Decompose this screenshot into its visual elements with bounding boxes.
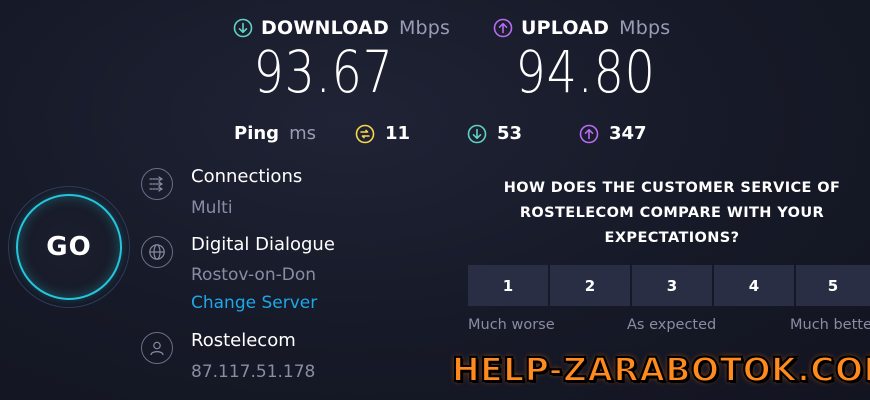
connections-value: Multi [191,198,233,218]
ping-heading: Ping ms [234,123,316,144]
download-header: DOWNLOAD Mbps [233,17,450,39]
server-name: Digital Dialogue [191,234,335,255]
ping-upload-value: 347 [609,123,647,144]
provider-name: Rostelecom [191,330,296,351]
server-location: Rostov-on-Don [191,265,317,285]
go-button[interactable]: GO [16,194,122,300]
upload-label: UPLOAD [521,17,610,39]
upload-icon [493,18,513,38]
scale-label-low: Much worse [468,317,555,333]
scale-label-high: Much better [790,317,870,333]
ping-idle-value: 11 [385,123,411,144]
provider-ip: 87.117.51.178 [191,362,316,382]
download-value: 93.67 [253,38,394,106]
connections-title: Connections [191,166,303,187]
connections-icon [141,168,173,200]
rating-option-5[interactable]: 5 [796,265,870,306]
ping-download-value: 53 [497,123,523,144]
ping-download: 53 [467,123,522,144]
ping-idle: 11 [355,123,410,144]
ping-label: Ping [234,123,280,144]
upload-value: 94.80 [515,38,656,106]
rating-option-3[interactable]: 3 [632,265,712,306]
upload-header: UPLOAD Mbps [493,17,670,39]
upload-latency-icon [579,124,599,143]
rating-option-4[interactable]: 4 [714,265,794,306]
change-server-link[interactable]: Change Server [191,293,317,313]
download-icon [233,18,253,38]
rating-option-1[interactable]: 1 [468,265,548,306]
download-label: DOWNLOAD [261,17,389,39]
ping-unit: ms [289,123,316,144]
survey-question: HOW DOES THE CUSTOMER SERVICE OF ROSTELE… [503,180,841,246]
globe-icon [141,236,173,268]
scale-label-mid: As expected [627,317,717,333]
download-latency-icon [467,124,487,143]
user-icon [141,332,173,364]
idle-latency-icon [355,124,375,143]
download-unit: Mbps [398,17,451,39]
upload-unit: Mbps [619,17,671,39]
ping-upload: 347 [579,123,647,144]
rating-option-2[interactable]: 2 [550,265,630,306]
watermark-logo: HELP-ZARABOTOK.COM [451,349,870,390]
